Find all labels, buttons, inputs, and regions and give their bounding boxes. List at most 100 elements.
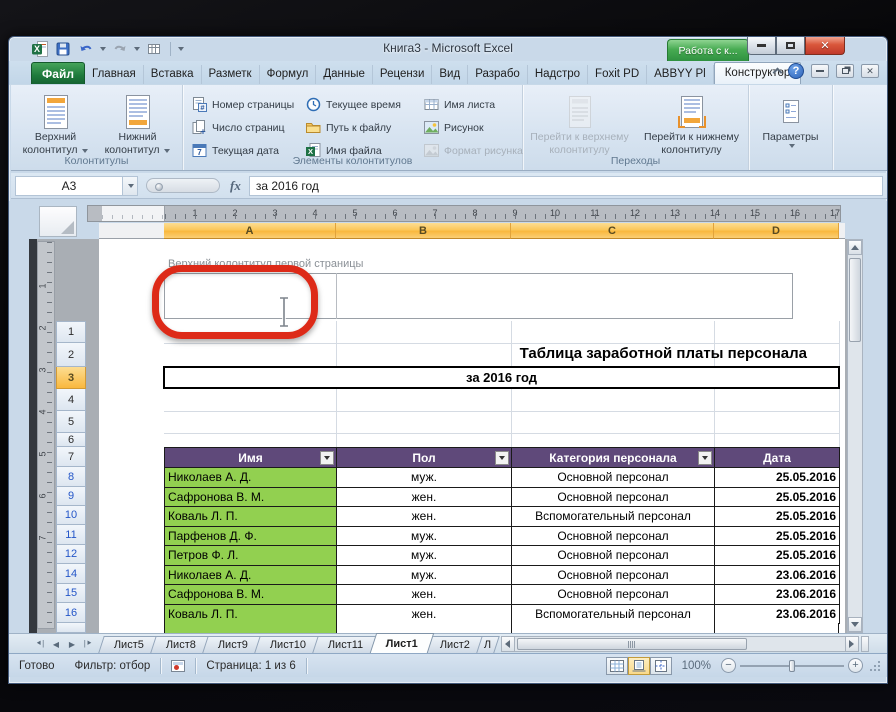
- table-cell[interactable]: Основной персонал: [512, 526, 715, 546]
- horizontal-scrollbar-thumb[interactable]: [517, 638, 747, 650]
- ribbon-tab[interactable]: Формул: [260, 65, 317, 84]
- table-cell[interactable]: жен.: [337, 507, 512, 527]
- table-cell[interactable]: Основной персонал: [512, 487, 715, 507]
- table-cell[interactable]: Петров Ф. Л.: [165, 546, 337, 566]
- table-cell[interactable]: муж.: [337, 546, 512, 566]
- resize-grip[interactable]: [869, 658, 883, 674]
- save-icon[interactable]: [54, 40, 72, 58]
- table-cell[interactable]: Основной персонал: [512, 585, 715, 605]
- table-cell[interactable]: Николаев А. Д.: [165, 565, 337, 585]
- vertical-scrollbar[interactable]: [847, 239, 863, 633]
- undo-dropdown-icon[interactable]: [100, 47, 106, 51]
- column-header[interactable]: A: [164, 223, 336, 239]
- column-header[interactable]: B: [336, 223, 511, 239]
- table-cell[interactable]: Сафронова В. М.: [165, 487, 337, 507]
- page-break-view-icon[interactable]: [650, 657, 672, 675]
- filter-dropdown-icon[interactable]: [698, 451, 712, 465]
- picture-button[interactable]: Рисунок: [423, 116, 527, 139]
- redo-dropdown-icon[interactable]: [134, 47, 140, 51]
- row-header[interactable]: 1: [56, 321, 86, 343]
- row-header[interactable]: 4: [56, 389, 86, 411]
- ribbon-tab[interactable]: Foxit PD: [588, 65, 647, 84]
- help-icon[interactable]: ?: [788, 63, 804, 79]
- table-cell[interactable]: жен.: [337, 604, 512, 624]
- table-cell[interactable]: муж.: [337, 468, 512, 488]
- normal-view-icon[interactable]: [606, 657, 628, 675]
- table-cell[interactable]: жен.: [337, 585, 512, 605]
- table-cell[interactable]: Коваль Л. П.: [165, 507, 337, 527]
- horizontal-scrollbar[interactable]: [501, 636, 869, 652]
- row-header[interactable]: 14: [56, 564, 86, 584]
- table-cell[interactable]: Сафронова В. М.: [165, 585, 337, 605]
- row-header[interactable]: 8: [56, 467, 86, 487]
- workbook-close-button[interactable]: ✕: [861, 64, 879, 78]
- page-number-button[interactable]: #Номер страницы: [191, 93, 303, 116]
- prev-sheet-icon[interactable]: ◀: [49, 637, 63, 651]
- scroll-up-icon[interactable]: [848, 240, 862, 255]
- zoom-thumb[interactable]: [789, 660, 795, 672]
- table-cell[interactable]: Основной персонал: [512, 468, 715, 488]
- macro-record-icon[interactable]: [171, 660, 185, 672]
- insert-function-icon[interactable]: fx: [228, 178, 249, 194]
- ribbon-tab[interactable]: ABBYY Pl: [647, 65, 714, 84]
- options-button[interactable]: Параметры: [752, 89, 830, 170]
- row-header[interactable]: 5: [56, 411, 86, 433]
- close-button[interactable]: ✕: [805, 37, 845, 55]
- ribbon-tab[interactable]: Вставка: [144, 65, 202, 84]
- filter-dropdown-icon[interactable]: [320, 451, 334, 465]
- column-header-cell[interactable]: Дата: [715, 448, 840, 468]
- ribbon-tab[interactable]: Вид: [432, 65, 468, 84]
- table-cell[interactable]: 23.06.2016: [715, 565, 840, 585]
- collapse-ribbon-icon[interactable]: [773, 68, 783, 78]
- table-cell[interactable]: Вспомогательный персонал: [512, 507, 715, 527]
- table-cell[interactable]: 25.05.2016: [715, 507, 840, 527]
- table-cell[interactable]: Вспомогательный персонал: [512, 604, 715, 624]
- last-sheet-icon[interactable]: |⯈: [81, 637, 95, 651]
- name-box-dropdown-icon[interactable]: [123, 176, 138, 196]
- table-cell[interactable]: 25.05.2016: [715, 468, 840, 488]
- name-box[interactable]: A3: [15, 176, 123, 196]
- page-layout-view-icon[interactable]: [628, 657, 650, 675]
- formula-input[interactable]: за 2016 год: [249, 176, 883, 196]
- sheet-tab[interactable]: Лист1: [369, 633, 434, 653]
- excel-app-icon[interactable]: X: [31, 40, 49, 58]
- current-time-button[interactable]: Текущее время: [305, 93, 421, 116]
- table-cell[interactable]: 23.06.2016: [715, 604, 840, 624]
- zoom-out-icon[interactable]: −: [721, 658, 736, 673]
- row-header[interactable]: 15: [56, 584, 86, 603]
- selected-cell-a3[interactable]: за 2016 год: [163, 366, 840, 389]
- table-cell[interactable]: муж.: [337, 526, 512, 546]
- filter-dropdown-icon[interactable]: [495, 451, 509, 465]
- page-count-button[interactable]: +Число страниц: [191, 116, 303, 139]
- ribbon-tab[interactable]: Данные: [316, 65, 373, 84]
- row-header[interactable]: 16: [56, 603, 86, 623]
- table-cell[interactable]: 25.05.2016: [715, 487, 840, 507]
- row-header[interactable]: 2: [56, 343, 86, 367]
- column-header[interactable]: D: [714, 223, 839, 239]
- table-cell[interactable]: 23.06.2016: [715, 585, 840, 605]
- contextual-tab-group-label[interactable]: Работа с к...: [667, 39, 749, 61]
- row-header[interactable]: 3: [56, 367, 86, 389]
- table-icon[interactable]: [145, 40, 163, 58]
- horizontal-scrollbar-track[interactable]: [515, 636, 845, 652]
- tab-split-handle[interactable]: [861, 636, 869, 652]
- table-cell[interactable]: Основной персонал: [512, 565, 715, 585]
- vertical-scrollbar-thumb[interactable]: [849, 258, 861, 342]
- table-cell[interactable]: Николаев А. Д.: [165, 468, 337, 488]
- zoom-track[interactable]: [740, 665, 844, 667]
- ribbon-tab[interactable]: Рецензи: [373, 65, 432, 84]
- redo-icon[interactable]: [111, 40, 129, 58]
- ribbon-tab[interactable]: Главная: [85, 65, 144, 84]
- undo-icon[interactable]: [77, 40, 95, 58]
- scroll-down-icon[interactable]: [848, 617, 862, 632]
- table-title[interactable]: Таблица заработной платы персонала: [520, 345, 807, 362]
- minimize-button[interactable]: [747, 37, 776, 55]
- table-cell[interactable]: Парфенов Д. Ф.: [165, 526, 337, 546]
- row-header[interactable]: 11: [56, 525, 86, 545]
- row-header[interactable]: 7: [56, 447, 86, 467]
- first-sheet-icon[interactable]: ⯇|: [33, 637, 47, 651]
- column-header-cell[interactable]: Имя: [165, 448, 337, 468]
- qat-more-icon[interactable]: [178, 47, 184, 51]
- maximize-button[interactable]: [776, 37, 805, 55]
- table-cell[interactable]: Основной персонал: [512, 546, 715, 566]
